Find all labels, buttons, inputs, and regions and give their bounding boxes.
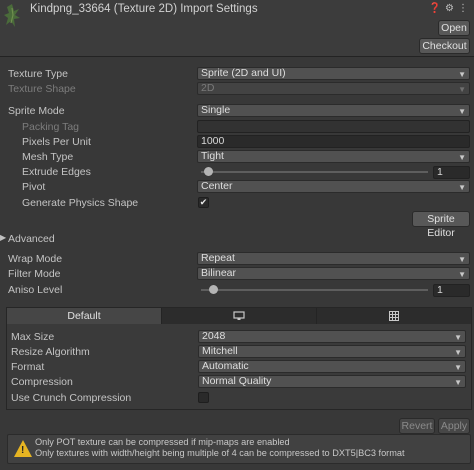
mesh-type-dropdown[interactable]: Tight ▼ bbox=[197, 150, 470, 163]
chevron-down-icon: ▼ bbox=[458, 85, 466, 94]
monitor-icon bbox=[233, 311, 245, 320]
pivot-dropdown[interactable]: Center ▼ bbox=[197, 180, 470, 193]
texture-type-label: Texture Type bbox=[8, 68, 68, 80]
aniso-level-label: Aniso Level bbox=[8, 284, 63, 296]
tab-standalone[interactable] bbox=[162, 308, 317, 324]
warning-text: Only POT texture can be compressed if mi… bbox=[35, 437, 405, 459]
expand-arrow-icon[interactable]: ▶ bbox=[0, 233, 6, 242]
filter-mode-label: Filter Mode bbox=[8, 268, 61, 280]
max-size-value: 2048 bbox=[202, 330, 226, 342]
aniso-level-slider-handle[interactable] bbox=[209, 285, 218, 294]
max-size-label: Max Size bbox=[11, 331, 55, 343]
revert-button[interactable]: Revert bbox=[399, 418, 435, 434]
texture-type-value: Sprite (2D and UI) bbox=[201, 67, 286, 79]
extrude-edges-slider-handle[interactable] bbox=[204, 167, 213, 176]
wrap-mode-label: Wrap Mode bbox=[8, 253, 63, 265]
texture-shape-dropdown: 2D ▼ bbox=[197, 82, 470, 95]
chevron-down-icon: ▼ bbox=[458, 153, 466, 162]
sprite-mode-dropdown[interactable]: Single ▼ bbox=[197, 104, 470, 117]
compression-value: Normal Quality bbox=[202, 375, 272, 387]
filter-mode-dropdown[interactable]: Bilinear ▼ bbox=[197, 267, 470, 280]
header-icons: ❓ ⚙ ⋮ bbox=[429, 3, 468, 14]
aniso-level-field[interactable]: 1 bbox=[433, 284, 470, 297]
compression-dropdown[interactable]: Normal Quality ▼ bbox=[198, 375, 466, 388]
packing-tag-label: Packing Tag bbox=[22, 121, 80, 133]
texture-shape-label: Texture Shape bbox=[8, 83, 76, 95]
extrude-edges-slider[interactable] bbox=[201, 171, 428, 173]
compression-label: Compression bbox=[11, 376, 73, 388]
chevron-down-icon: ▼ bbox=[454, 333, 462, 342]
warning-icon-mark: ! bbox=[21, 445, 25, 456]
resize-algorithm-dropdown[interactable]: Mitchell ▼ bbox=[198, 345, 466, 358]
texture-shape-value: 2D bbox=[201, 82, 215, 94]
mesh-type-value: Tight bbox=[201, 150, 224, 162]
texture-thumbnail bbox=[3, 3, 21, 29]
extrude-edges-label: Extrude Edges bbox=[22, 166, 91, 178]
chevron-down-icon: ▼ bbox=[454, 363, 462, 372]
resize-algorithm-value: Mitchell bbox=[202, 345, 238, 357]
warning-helpbox: ! Only POT texture can be compressed if … bbox=[7, 434, 471, 464]
pixels-per-unit-field[interactable]: 1000 bbox=[197, 135, 470, 148]
chevron-down-icon: ▼ bbox=[454, 348, 462, 357]
mesh-type-label: Mesh Type bbox=[22, 151, 74, 163]
aniso-level-slider[interactable] bbox=[201, 289, 428, 291]
texture-type-dropdown[interactable]: Sprite (2D and UI) ▼ bbox=[197, 67, 470, 80]
pixels-per-unit-label: Pixels Per Unit bbox=[22, 136, 91, 148]
chevron-down-icon: ▼ bbox=[458, 183, 466, 192]
wrap-mode-dropdown[interactable]: Repeat ▼ bbox=[197, 252, 470, 265]
open-button[interactable]: Open bbox=[438, 20, 470, 36]
extrude-edges-field[interactable]: 1 bbox=[433, 166, 470, 179]
pivot-value: Center bbox=[201, 180, 233, 192]
use-crunch-label: Use Crunch Compression bbox=[11, 392, 132, 404]
filter-mode-value: Bilinear bbox=[201, 267, 237, 279]
chevron-down-icon: ▼ bbox=[458, 270, 466, 279]
checkout-button[interactable]: Checkout bbox=[419, 38, 470, 54]
chevron-down-icon: ▼ bbox=[458, 70, 466, 79]
packing-tag-field bbox=[197, 120, 470, 133]
page-title: Kindpng_33664 (Texture 2D) Import Settin… bbox=[30, 3, 258, 15]
sprite-mode-value: Single bbox=[201, 104, 231, 116]
platform-tabs: Default bbox=[7, 308, 471, 324]
grid-icon bbox=[389, 311, 399, 321]
generate-physics-shape-label: Generate Physics Shape bbox=[22, 197, 139, 209]
preset-icon[interactable]: ⚙ bbox=[445, 3, 454, 14]
sprite-mode-label: Sprite Mode bbox=[8, 105, 65, 117]
help-icon[interactable]: ❓ bbox=[429, 3, 441, 14]
wrap-mode-value: Repeat bbox=[201, 252, 235, 264]
warning-line-1: Only POT texture can be compressed if mi… bbox=[35, 437, 290, 447]
chevron-down-icon: ▼ bbox=[458, 255, 466, 264]
resize-algorithm-label: Resize Algorithm bbox=[11, 346, 90, 358]
sprite-editor-button[interactable]: Sprite Editor bbox=[412, 211, 470, 239]
format-label: Format bbox=[11, 361, 45, 373]
generate-physics-shape-checkbox[interactable]: ✔ bbox=[198, 197, 209, 208]
tab-webgl[interactable] bbox=[317, 308, 471, 324]
max-size-dropdown[interactable]: 2048 ▼ bbox=[198, 330, 466, 343]
pivot-label: Pivot bbox=[22, 181, 46, 193]
header-divider bbox=[0, 56, 474, 57]
more-icon[interactable]: ⋮ bbox=[458, 3, 468, 14]
use-crunch-checkbox[interactable] bbox=[198, 392, 209, 403]
advanced-foldout[interactable]: Advanced bbox=[8, 232, 55, 246]
tab-default[interactable]: Default bbox=[7, 308, 162, 324]
format-value: Automatic bbox=[202, 360, 249, 372]
format-dropdown[interactable]: Automatic ▼ bbox=[198, 360, 466, 373]
chevron-down-icon: ▼ bbox=[454, 378, 462, 387]
apply-button[interactable]: Apply bbox=[438, 418, 470, 434]
chevron-down-icon: ▼ bbox=[458, 107, 466, 116]
warning-line-2: Only textures with width/height being mu… bbox=[35, 448, 405, 458]
